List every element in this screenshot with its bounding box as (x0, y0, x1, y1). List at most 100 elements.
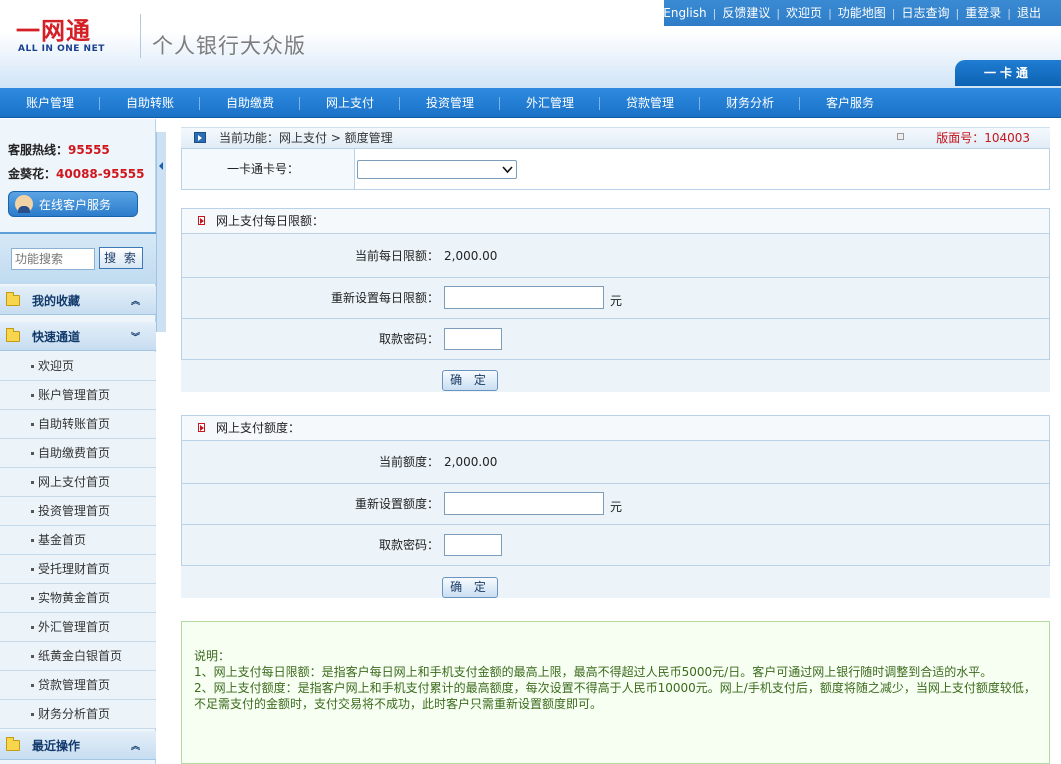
link-relogin[interactable]: 重登录 (959, 5, 1007, 21)
chevron-down-icon: ︾ (130, 333, 140, 343)
expand-icon[interactable] (897, 133, 904, 140)
sidebar-item-label: 外汇管理首页 (38, 620, 111, 634)
logo-sub: ALL IN ONE NET (18, 44, 105, 54)
sidebar-item-welcome[interactable]: 欢迎页 (0, 352, 156, 381)
sidebar-item-label: 财务分析首页 (38, 707, 111, 721)
sidebar-collapse-handle[interactable] (156, 132, 166, 332)
quota-section-title: 网上支付额度： (181, 415, 1050, 441)
tab-card[interactable]: 一卡通 (955, 60, 1061, 86)
daily-limit-section-title: 网上支付每日限额： (181, 208, 1050, 234)
separator: | (828, 6, 832, 20)
menu-quick-access-label: 快速通道 (32, 329, 81, 344)
quota-password-row: 取款密码： (181, 525, 1050, 566)
daily-current-value: 2,000.00 (444, 249, 498, 263)
daily-current-row: 当前每日限额： 2,000.00 (181, 234, 1050, 278)
quota-title: 网上支付额度： (216, 421, 301, 435)
daily-limit-title: 网上支付每日限额： (216, 214, 325, 228)
sidebar-item-investment[interactable]: 投资管理首页 (0, 497, 156, 526)
logo-divider (140, 14, 141, 58)
separator: | (1007, 6, 1011, 20)
sidebar-item-payment-fee[interactable]: 自助缴费首页 (0, 439, 156, 468)
daily-unit: 元 (610, 294, 623, 308)
daily-button-band: 确 定 (181, 360, 1050, 392)
quota-password-input[interactable] (444, 534, 502, 556)
folder-icon (6, 327, 20, 342)
card-number-label: 一卡通卡号： (182, 149, 355, 189)
nav-self-payment[interactable]: 自助缴费 (200, 88, 300, 118)
nav-account-management[interactable]: 账户管理 (0, 88, 100, 118)
chevron-up-icon: ︽ (130, 297, 140, 307)
quota-input[interactable] (444, 492, 604, 515)
link-log-query[interactable]: 日志查询 (896, 5, 956, 21)
sidebar-item-fund[interactable]: 基金首页 (0, 526, 156, 555)
sidebar-item-loan[interactable]: 贷款管理首页 (0, 671, 156, 700)
quota-confirm-button[interactable]: 确 定 (442, 577, 498, 598)
link-feedback[interactable]: 反馈建议 (716, 5, 776, 21)
hotline-label: 客服热线： (8, 143, 69, 157)
online-service-button[interactable]: 在线客户服务 (8, 191, 138, 217)
sidebar-item-forex[interactable]: 外汇管理首页 (0, 613, 156, 642)
sidebar-item-account[interactable]: 账户管理首页 (0, 381, 156, 410)
nav-online-payment[interactable]: 网上支付 (300, 88, 400, 118)
sidebar-item-label: 基金首页 (38, 533, 87, 547)
nav-loan[interactable]: 贷款管理 (600, 88, 700, 118)
quota-current-label: 当前额度： (378, 455, 439, 469)
top-links: English | 反馈建议 | 欢迎页 | 功能地图 | 日志查询 | 重登录 | 退出 (657, 5, 1047, 21)
daily-reset-label: 重新设置每日限额： (330, 291, 439, 305)
quota-current-row: 当前额度： 2,000.00 (181, 441, 1050, 484)
daily-confirm-button[interactable]: 确 定 (442, 370, 498, 391)
function-search-button[interactable]: 搜 索 (99, 247, 143, 269)
nav-investment[interactable]: 投资管理 (400, 88, 500, 118)
link-welcome[interactable]: 欢迎页 (780, 5, 828, 21)
nav-self-transfer[interactable]: 自助转账 (100, 88, 200, 118)
sidebar: 客服热线：95555 金葵花：40088-95555 在线客户服务 搜 索 我的… (0, 119, 156, 764)
quota-button-band: 确 定 (181, 566, 1050, 598)
breadcrumb-text: 当前功能：网上支付 > 额度管理 (219, 131, 393, 145)
separator: | (891, 6, 896, 20)
daily-current-label: 当前每日限额： (354, 249, 439, 263)
sidebar-item-online-payment[interactable]: 网上支付首页 (0, 468, 156, 497)
sidebar-item-label: 账户管理首页 (38, 388, 111, 402)
version-number: 版面号：104003 (936, 131, 1030, 145)
main-nav: 账户管理 自助转账 自助缴费 网上支付 投资管理 外汇管理 贷款管理 财务分析 … (0, 88, 1061, 118)
card-row: 一卡通卡号： (181, 149, 1050, 190)
sidebar-item-paper-gold[interactable]: 纸黄金白银首页 (0, 642, 156, 671)
sunflower-label: 金葵花： (8, 167, 57, 181)
daily-password-input[interactable] (444, 328, 502, 350)
sunflower-number: 40088-95555 (56, 167, 145, 181)
sidebar-item-gold[interactable]: 实物黄金首页 (0, 584, 156, 613)
chevron-up-icon: ︽ (130, 742, 140, 752)
sidebar-item-label: 自助转账首页 (38, 417, 111, 431)
logo[interactable]: 一网通 ALL IN ONE NET (12, 16, 127, 60)
main-content: 当前功能：网上支付 > 额度管理 版面号：104003 一卡通卡号： 网上支付每… (181, 127, 1050, 764)
header: 一网通 ALL IN ONE NET 个人银行大众版 English | 反馈建议… (0, 0, 1061, 88)
daily-reset-row: 重新设置每日限额： 元 (181, 278, 1050, 319)
play-icon (194, 132, 206, 143)
sidebar-item-label: 实物黄金首页 (38, 591, 111, 605)
sidebar-item-transfer[interactable]: 自助转账首页 (0, 410, 156, 439)
arrow-icon (198, 423, 205, 432)
menu-quick-access[interactable]: 快速通道 ︾ (0, 322, 156, 351)
menu-recent[interactable]: 最近操作 ︽ (0, 731, 156, 760)
link-logout[interactable]: 退出 (1011, 5, 1047, 21)
sidebar-item-label: 受托理财首页 (38, 562, 111, 576)
notes-line-2: 2、网上支付额度：是指客户网上和手机支付累计的最高额度，每次设置不得高于人民币1… (194, 681, 1036, 711)
link-english[interactable]: English (657, 5, 712, 21)
menu-favorites-label: 我的收藏 (32, 293, 81, 308)
daily-limit-input[interactable] (444, 286, 604, 309)
menu-favorites[interactable]: 我的收藏 ︽ (0, 286, 156, 315)
link-function-map[interactable]: 功能地图 (832, 5, 892, 21)
nav-customer-service[interactable]: 客户服务 (800, 88, 900, 118)
hotline-block: 客服热线：95555 金葵花：40088-95555 (8, 141, 145, 189)
nav-financial-analysis[interactable]: 财务分析 (700, 88, 800, 118)
sidebar-item-trust[interactable]: 受托理财首页 (0, 555, 156, 584)
sidebar-item-financial[interactable]: 财务分析首页 (0, 700, 156, 729)
sidebar-item-label: 投资管理首页 (38, 504, 111, 518)
sidebar-item-label: 贷款管理首页 (38, 678, 111, 692)
sidebar-item-label: 网上支付首页 (38, 475, 111, 489)
card-number-select[interactable] (357, 160, 517, 179)
folder-icon (6, 291, 20, 306)
daily-password-label: 取款密码： (378, 332, 439, 346)
function-search-input[interactable] (11, 248, 95, 270)
nav-forex[interactable]: 外汇管理 (500, 88, 600, 118)
